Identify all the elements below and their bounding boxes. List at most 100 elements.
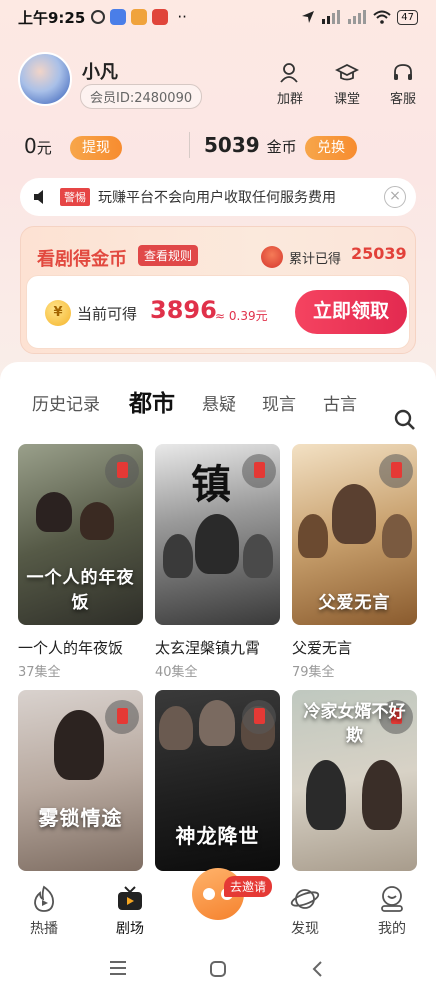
invite-tag[interactable]: 去邀请 (224, 876, 273, 897)
member-id-badge: 会员ID:2480090 (80, 84, 203, 109)
customer-service-label: 客服 (389, 92, 416, 107)
nav-me[interactable]: 我的 (362, 884, 422, 938)
bottom-nav: 热播 剧场 去邀请 发现 我的 (0, 868, 436, 946)
username: 小凡 (82, 62, 118, 83)
poster-title: 冷家女婿不好欺 (303, 702, 406, 746)
drama-card[interactable]: 一个人的年夜饭 一个人的年夜饭 37集全 (18, 444, 143, 680)
poster-figure (36, 492, 72, 532)
avatar[interactable] (18, 52, 72, 106)
red-envelope-icon (105, 700, 139, 734)
search-icon[interactable] (394, 409, 416, 431)
drama-title: 父爱无言 (292, 639, 353, 657)
tab-suspense[interactable]: 悬疑 (202, 390, 236, 415)
coin-icon: ¥ (45, 300, 71, 326)
nav-hot-label: 热播 (30, 921, 58, 937)
close-icon[interactable]: × (384, 186, 406, 208)
drama-title: 太玄涅槃镇九霄 (155, 639, 261, 657)
red-envelope-icon (261, 246, 283, 268)
nav-discover[interactable]: 发现 (275, 884, 335, 938)
flame-play-icon (34, 885, 54, 912)
drama-poster[interactable]: 冷家女婿不好欺 (292, 690, 417, 871)
tv-icon (118, 886, 142, 910)
available-label: 当前可得 (77, 305, 138, 323)
poster-figure (332, 484, 376, 544)
reward-card: 看剧得金币 查看规则 累计已得 25039 ¥ 当前可得 3896 ≈ 0.39… (20, 226, 416, 354)
planet-icon (290, 889, 320, 909)
profile-icon (381, 886, 403, 912)
cumulative-earned: 累计已得 (261, 246, 341, 268)
warning-tag: 警惕 (60, 188, 90, 206)
face-icon (203, 888, 215, 900)
cash-value: 0 (24, 134, 37, 158)
drama-poster[interactable]: 神龙降世 (155, 690, 280, 871)
claim-now-button[interactable]: 立即领取 (295, 290, 407, 334)
nav-theater[interactable]: 剧场 (100, 884, 160, 938)
app-notification-icon (152, 9, 169, 25)
category-tabs: 历史记录 都市 悬疑 现言 古言 (0, 382, 436, 430)
join-group-button[interactable]: 加群 (270, 62, 310, 107)
nav-theater-label: 剧场 (116, 921, 144, 937)
withdraw-button[interactable]: 提现 (70, 136, 122, 160)
coins-value: 5039 (204, 133, 260, 157)
poster-title: 雾锁情途 (38, 806, 123, 830)
more-notifications: ·· (177, 8, 187, 26)
cumulative-label: 累计已得 (289, 251, 342, 267)
drama-poster[interactable]: 镇 (155, 444, 280, 625)
poster-figure (80, 502, 114, 540)
classroom-button[interactable]: 课堂 (327, 62, 367, 107)
available-reward-box: ¥ 当前可得 3896 ≈ 0.39元 立即领取 (26, 275, 410, 349)
view-rules-button[interactable]: 查看规则 (138, 245, 199, 266)
drama-episodes: 37集全 (18, 665, 61, 680)
poster-figure (243, 534, 273, 578)
app-notification-icon (131, 9, 148, 25)
poster-figure (306, 760, 346, 830)
alarm-icon (91, 10, 106, 24)
app-notification-icon (110, 9, 127, 25)
signal-icon (348, 10, 367, 24)
notice-bar: 警惕 玩赚平台不会向用户收取任何服务费用 × (20, 178, 416, 216)
graduation-cap-icon (335, 63, 359, 81)
status-bar: 上午9:25 ·· 47 (0, 0, 436, 34)
drama-card[interactable]: 雾锁情途 (18, 690, 143, 883)
nav-hot[interactable]: 热播 (14, 884, 74, 938)
poster-figure (382, 514, 412, 558)
coins-unit: 金币 (266, 138, 297, 156)
exchange-button[interactable]: 兑换 (305, 136, 357, 160)
speaker-icon (34, 190, 43, 204)
headset-icon (394, 64, 412, 80)
coins-balance: 5039 金币 (204, 133, 297, 157)
red-envelope-icon (242, 700, 276, 734)
drama-episodes: 40集全 (155, 665, 198, 680)
poster-figure (298, 514, 328, 558)
available-value: 3896 (150, 296, 217, 324)
drama-title: 一个人的年夜饭 (18, 639, 124, 657)
back-icon[interactable] (310, 960, 324, 978)
status-time: 上午9:25 (18, 8, 86, 27)
nav-me-label: 我的 (378, 921, 406, 937)
drama-card[interactable]: 神龙降世 (155, 690, 280, 883)
tab-ancient-romance[interactable]: 古言 (323, 390, 357, 415)
home-icon[interactable] (209, 960, 227, 978)
drama-card[interactable]: 镇 太玄涅槃镇九霄 40集全 (155, 444, 280, 680)
drama-poster[interactable]: 一个人的年夜饭 (18, 444, 143, 625)
tab-history[interactable]: 历史记录 (32, 390, 100, 415)
drama-poster[interactable]: 父爱无言 (292, 444, 417, 625)
system-nav-bar (0, 946, 436, 1000)
drama-poster[interactable]: 雾锁情途 (18, 690, 143, 871)
poster-title: 神龙降世 (175, 824, 260, 848)
tab-urban[interactable]: 都市 (129, 384, 175, 418)
user-add-icon (280, 63, 298, 83)
battery-indicator: 47 (397, 9, 418, 25)
poster-figure (163, 534, 193, 578)
drama-card[interactable]: 父爱无言 父爱无言 79集全 (292, 444, 417, 680)
tab-modern-romance[interactable]: 现言 (262, 390, 296, 415)
red-envelope-icon (379, 454, 413, 488)
notice-text: 玩赚平台不会向用户收取任何服务费用 (98, 190, 336, 206)
customer-service-button[interactable]: 客服 (383, 62, 423, 107)
cash-balance: 0元 (24, 134, 52, 158)
nav-discover-label: 发现 (291, 921, 319, 937)
drama-card[interactable]: 冷家女婿不好欺 (292, 690, 417, 883)
cumulative-value: 25039 (351, 244, 407, 263)
drama-episodes: 79集全 (292, 665, 335, 680)
menu-icon[interactable] (109, 960, 127, 976)
